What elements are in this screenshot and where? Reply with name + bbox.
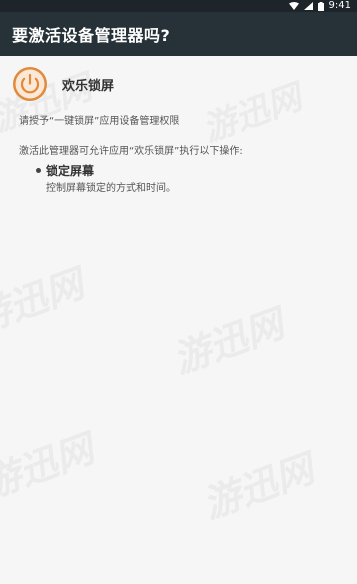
watermark: 游迅网 bbox=[197, 446, 320, 527]
battery-icon bbox=[317, 1, 324, 11]
permission-description: 激活此管理器可允许应用“欢乐锁屏”执行以下操作: bbox=[19, 146, 243, 157]
policy-title: 锁定屏幕 bbox=[46, 164, 95, 178]
status-time: 9:41 bbox=[328, 0, 351, 11]
power-icon bbox=[13, 67, 47, 101]
app-header: 欢乐锁屏 bbox=[12, 66, 114, 102]
bullet-icon bbox=[36, 168, 41, 173]
dialog-title: 要激活设备管理器吗? bbox=[12, 26, 171, 45]
signal-icon bbox=[303, 2, 313, 10]
watermark: 游迅网 bbox=[0, 426, 100, 507]
policy-description: 控制屏幕锁定的方式和时间。 bbox=[46, 183, 176, 194]
watermark: 游迅网 bbox=[167, 301, 290, 382]
admin-activation-content: 游迅网 游迅网 游迅网 游迅网 游迅网 游迅网 欢乐锁屏 请授予“一键锁屏”应用… bbox=[0, 56, 357, 584]
status-bar: 9:41 bbox=[0, 0, 357, 12]
wifi-icon bbox=[288, 2, 299, 10]
status-icons: 9:41 bbox=[288, 0, 351, 12]
dialog-title-bar: 要激活设备管理器吗? bbox=[0, 12, 357, 56]
app-name: 欢乐锁屏 bbox=[62, 78, 115, 94]
watermark: 游迅网 bbox=[0, 261, 90, 342]
permission-request-text: 请授予“一键锁屏”应用设备管理权限 bbox=[19, 116, 180, 127]
watermark: 游迅网 bbox=[197, 77, 307, 151]
